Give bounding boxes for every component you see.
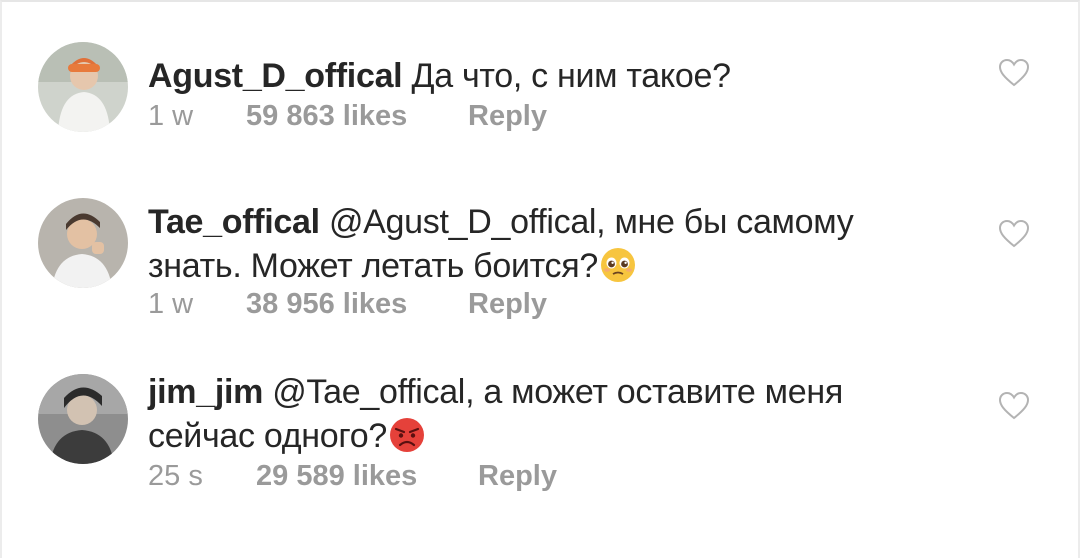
- comment-item: jim_jim @Tae_offical, а может оставите м…: [2, 2, 1078, 532]
- likes-count[interactable]: 29 589 likes: [256, 460, 478, 493]
- comment-text: jim_jim @Tae_offical, а может оставите м…: [148, 370, 948, 458]
- angry-face-emoji: [389, 417, 425, 453]
- reply-button[interactable]: Reply: [478, 460, 557, 493]
- heart-icon[interactable]: [998, 391, 1030, 421]
- comments-panel: Agust_D_offical Да что, с ним такое? 1 w…: [0, 0, 1080, 558]
- username[interactable]: jim_jim: [148, 373, 263, 411]
- comment-time: 25 s: [148, 460, 203, 492]
- comment-meta: 25 s 29 589 likes Reply: [148, 460, 557, 493]
- avatar[interactable]: [38, 374, 128, 464]
